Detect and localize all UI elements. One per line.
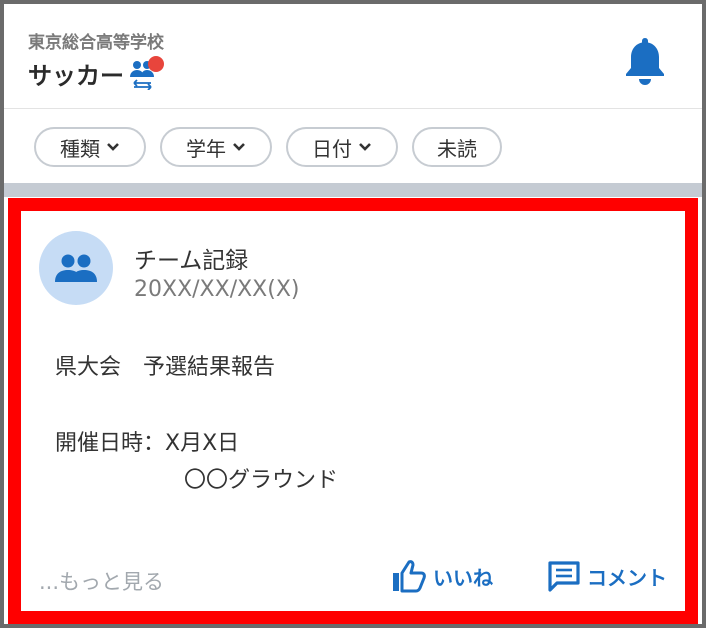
filter-date-label: 日付 [312,136,352,161]
post-detail-line2: 〇〇グラウンド [184,468,339,493]
group-switch-icon[interactable] [128,56,164,91]
like-button[interactable]: いいね [391,556,493,596]
post-detail-line1: 開催日時：X月X日 [55,431,240,456]
more-link[interactable]: ...もっと見る [39,566,164,596]
filter-grade-chip[interactable]: 学年 [160,127,272,167]
chevron-down-icon [233,143,245,151]
post-card[interactable]: チーム記録 20XX/XX/XX(X) 県大会 予選結果報告 開催日時：X月X日… [8,198,698,624]
like-label: いいね [433,565,493,590]
people-icon [55,254,97,282]
comment-label: コメント [587,565,667,590]
bell-icon[interactable] [622,34,668,86]
chevron-down-icon [359,143,371,151]
filter-grade-label: 学年 [186,136,226,161]
section-divider [4,183,702,197]
comment-icon [548,561,580,592]
thumbs-up-icon [393,560,426,593]
school-name: 東京総合高等学校 [28,33,164,53]
app-frame: 東京総合高等学校 サッカー 種類 学年 日付 未読 チーム記録 20XX/XX/… [0,0,706,628]
post-author: チーム記録 [134,248,249,274]
club-switcher[interactable]: サッカー [28,56,164,91]
post-date: 20XX/XX/XX(X) [134,277,300,302]
comment-button[interactable]: コメント [547,556,667,596]
filter-date-chip[interactable]: 日付 [286,127,398,167]
notification-badge [148,56,164,72]
chevron-down-icon [107,143,119,151]
club-name: サッカー [28,61,124,90]
filter-type-label: 種類 [60,136,100,161]
filter-type-chip[interactable]: 種類 [34,127,146,167]
author-avatar [39,231,113,305]
header: 東京総合高等学校 サッカー [4,4,702,109]
filter-unread-label: 未読 [437,136,477,161]
filter-bar: 種類 学年 日付 未読 [4,109,702,183]
filter-unread-chip[interactable]: 未読 [412,127,502,167]
post-title-line: 県大会 予選結果報告 [55,355,276,380]
